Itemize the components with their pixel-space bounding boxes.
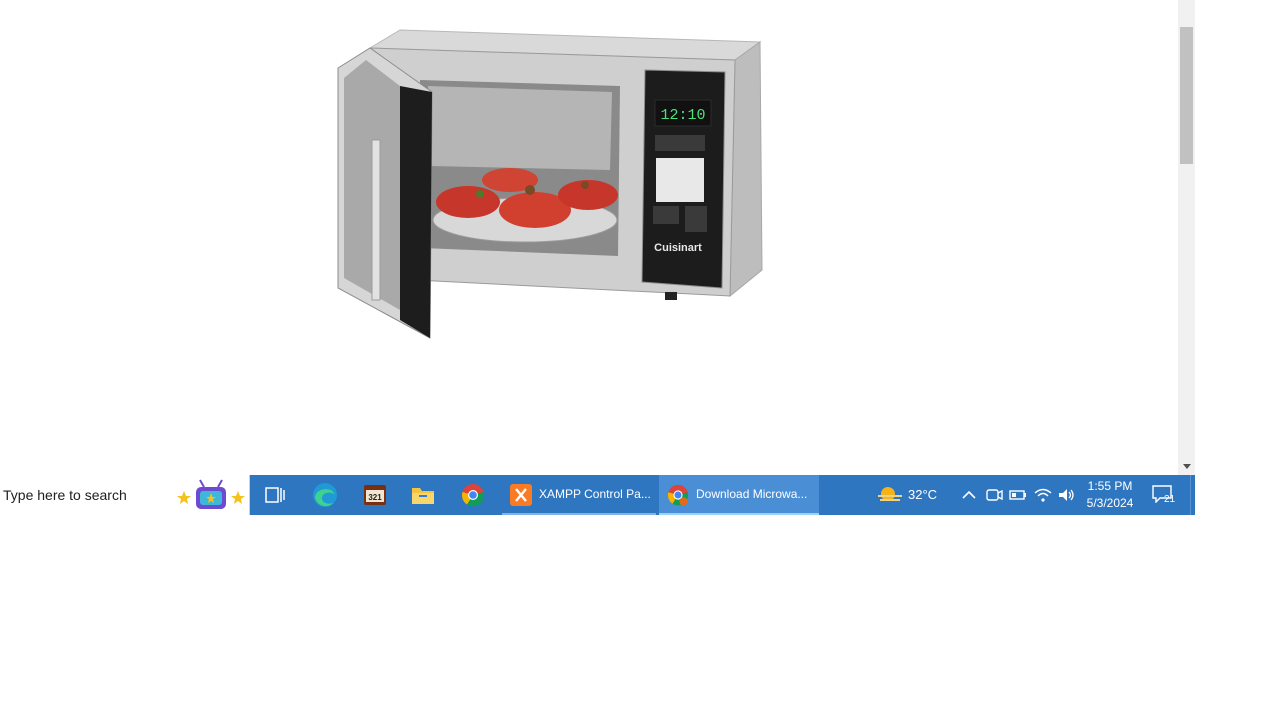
xampp-icon <box>510 484 532 506</box>
edge-icon[interactable] <box>301 475 349 515</box>
scroll-thumb[interactable] <box>1180 27 1193 164</box>
taskbar-app-chrome-active[interactable]: Download Microwa... <box>659 475 819 515</box>
chrome-icon[interactable] <box>449 475 497 515</box>
search-highlight-icon <box>177 479 245 509</box>
wifi-icon[interactable] <box>1033 485 1053 505</box>
weather-temperature: 32°C <box>908 487 938 502</box>
page-content: 12:10 Cuisinart <box>0 0 1178 475</box>
meet-now-icon[interactable] <box>984 485 1004 505</box>
file-explorer-icon[interactable] <box>399 475 447 515</box>
show-desktop-button[interactable] <box>1190 475 1195 515</box>
svg-text:321: 321 <box>368 493 382 502</box>
clock-time: 1:55 PM <box>1087 479 1133 493</box>
taskbar-app-xampp[interactable]: XAMPP Control Pa... <box>502 475 656 515</box>
microwave-brand: Cuisinart <box>654 242 702 254</box>
volume-icon[interactable] <box>1056 485 1076 505</box>
media-player-icon[interactable]: 321 <box>351 475 399 515</box>
chrome-icon <box>667 484 689 506</box>
taskbar: Type here to search 321 XAMPP Control Pa… <box>0 475 1195 515</box>
chrome-app-label: Download Microwa... <box>696 487 808 501</box>
sun-haze-icon <box>878 487 902 501</box>
microwave-display: 12:10 <box>660 107 705 124</box>
scroll-up-button[interactable] <box>1178 0 1195 17</box>
notification-count: 21 <box>1164 494 1176 505</box>
task-view-icon[interactable] <box>251 475 299 515</box>
xampp-label: XAMPP Control Pa... <box>539 487 651 501</box>
taskbar-search-box[interactable]: Type here to search <box>0 475 250 515</box>
system-clock[interactable]: 1:55 PM 5/3/2024 <box>1082 478 1138 512</box>
chevron-up-icon[interactable] <box>959 485 979 505</box>
microwave-product-image[interactable]: 12:10 Cuisinart <box>330 20 770 355</box>
notifications-button[interactable]: 21 <box>1150 483 1178 507</box>
vertical-scrollbar[interactable] <box>1178 0 1195 475</box>
battery-icon[interactable] <box>1008 485 1028 505</box>
weather-widget[interactable]: 32°C <box>872 475 950 515</box>
search-placeholder: Type here to search <box>3 487 127 503</box>
scroll-down-button[interactable] <box>1178 458 1195 475</box>
screen: 12:10 Cuisinart Type here to search 321 … <box>0 0 1195 515</box>
clock-date: 5/3/2024 <box>1086 496 1134 510</box>
